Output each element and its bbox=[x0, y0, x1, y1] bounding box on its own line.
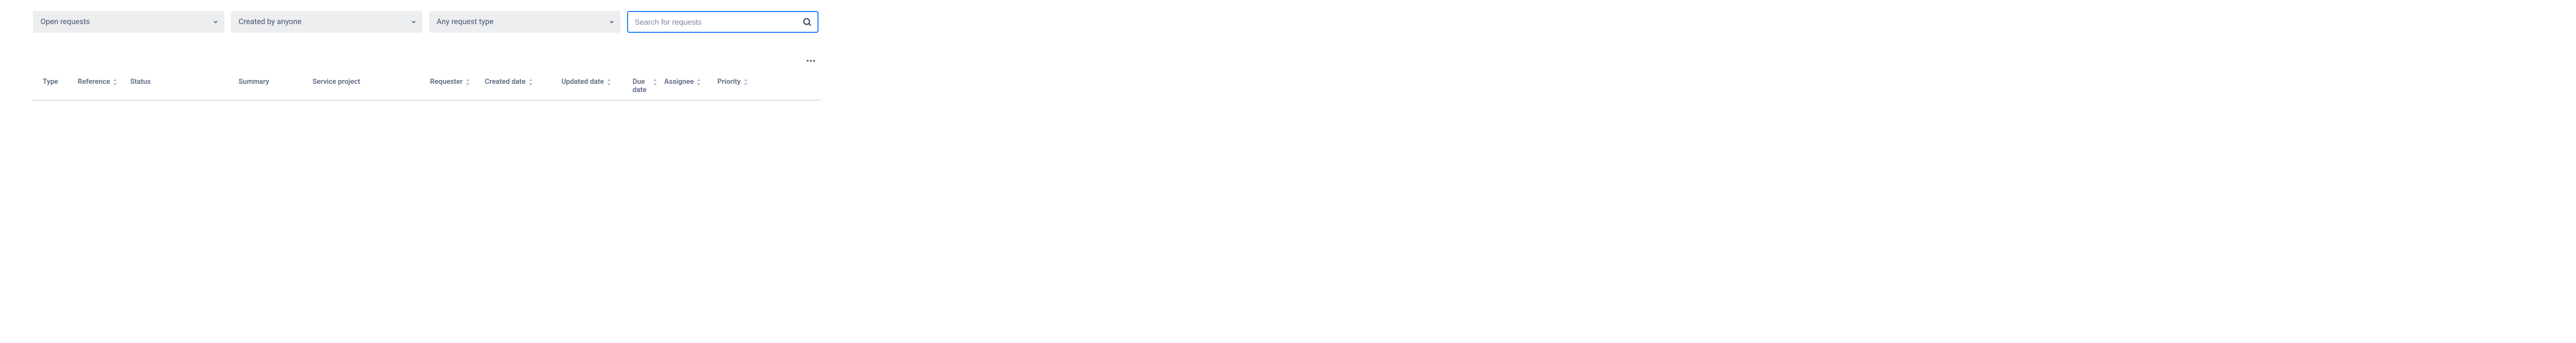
sort-icon bbox=[743, 79, 749, 85]
column-header-updated-date[interactable]: Updated date bbox=[561, 78, 633, 86]
column-header-requester[interactable]: Requester bbox=[430, 78, 485, 86]
sort-icon bbox=[606, 79, 612, 85]
search-container bbox=[627, 11, 819, 33]
creator-filter-label: Created by anyone bbox=[239, 18, 301, 26]
column-label: Due date bbox=[633, 78, 650, 94]
column-header-assignee[interactable]: Assignee bbox=[664, 78, 717, 86]
sort-icon bbox=[652, 79, 658, 85]
column-label: Created date bbox=[485, 78, 526, 86]
column-header-summary[interactable]: Summary bbox=[239, 78, 312, 86]
column-label: Service project bbox=[312, 78, 360, 86]
column-label: Summary bbox=[239, 78, 269, 86]
column-header-status[interactable]: Status bbox=[130, 78, 239, 86]
column-label: Reference bbox=[78, 78, 110, 86]
request-type-filter-dropdown[interactable]: Any request type bbox=[429, 11, 620, 33]
search-input[interactable] bbox=[635, 18, 802, 26]
sort-icon bbox=[465, 79, 471, 85]
column-header-reference[interactable]: Reference bbox=[78, 78, 130, 86]
column-label: Assignee bbox=[664, 78, 694, 86]
column-header-created-date[interactable]: Created date bbox=[485, 78, 561, 86]
sort-icon bbox=[528, 79, 533, 85]
table-header-row: Type Reference Status Summary Service pr… bbox=[33, 73, 821, 101]
column-label: Priority bbox=[717, 78, 741, 86]
chevron-down-icon bbox=[410, 19, 417, 25]
status-filter-dropdown[interactable]: Open requests bbox=[33, 11, 224, 33]
column-label: Type bbox=[43, 78, 58, 86]
filters-row: Open requests Created by anyone Any requ… bbox=[33, 11, 2543, 33]
more-horizontal-icon bbox=[805, 55, 816, 68]
column-label: Status bbox=[130, 78, 151, 86]
column-header-due-date[interactable]: Due date bbox=[633, 78, 664, 94]
column-header-type[interactable]: Type bbox=[43, 78, 78, 86]
creator-filter-dropdown[interactable]: Created by anyone bbox=[231, 11, 422, 33]
status-filter-label: Open requests bbox=[40, 18, 90, 26]
sort-icon bbox=[112, 79, 118, 85]
table-actions-row bbox=[33, 53, 820, 70]
request-type-filter-label: Any request type bbox=[437, 18, 494, 26]
search-icon bbox=[802, 17, 812, 27]
chevron-down-icon bbox=[608, 19, 615, 25]
chevron-down-icon bbox=[212, 19, 219, 25]
column-label: Requester bbox=[430, 78, 463, 86]
sort-icon bbox=[696, 79, 701, 85]
column-label: Updated date bbox=[561, 78, 604, 86]
column-header-priority[interactable]: Priority bbox=[717, 78, 767, 86]
more-actions-button[interactable] bbox=[802, 53, 820, 70]
column-header-service-project[interactable]: Service project bbox=[312, 78, 430, 86]
